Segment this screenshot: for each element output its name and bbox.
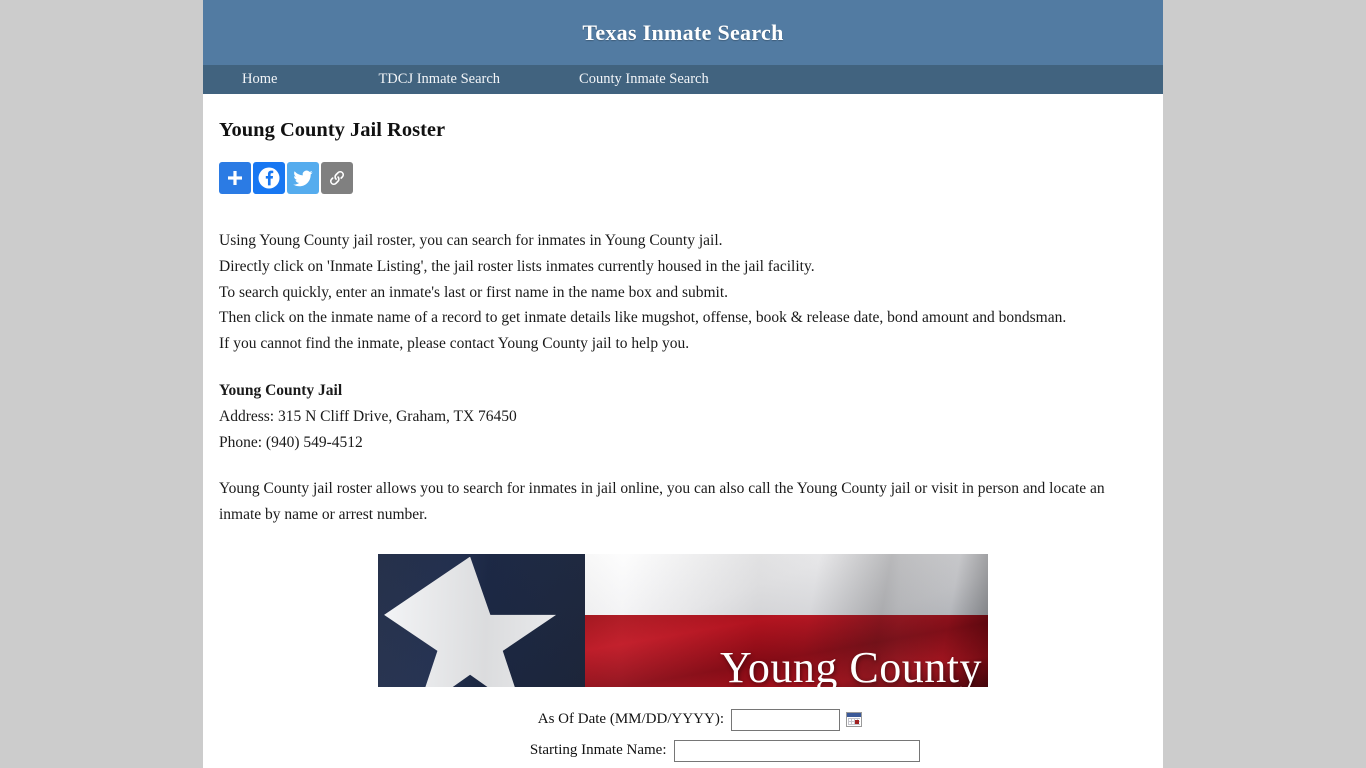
closing-paragraph: Young County jail roster allows you to s… [219, 480, 1105, 524]
share-facebook-button[interactable] [253, 162, 285, 194]
link-chain-icon [327, 168, 347, 188]
form-row-starting-inmate-name: Starting Inmate Name: [219, 739, 1147, 762]
intro-line-4: Then click on the inmate name of a recor… [219, 309, 1067, 327]
jail-phone: Phone: (940) 549-4512 [219, 433, 363, 451]
texas-flag-banner-image: Young County [378, 553, 988, 687]
intro-line-1: Using Young County jail roster, you can … [219, 232, 723, 249]
as-of-date-input[interactable] [731, 708, 840, 731]
plus-icon [225, 168, 245, 188]
intro-line-3: To search quickly, enter an inmate's las… [219, 283, 729, 301]
calendar-header-bar [847, 713, 861, 718]
share-bar [219, 162, 1147, 194]
intro-paragraph: Using Young County jail roster, you can … [219, 228, 1147, 357]
share-addthis-button[interactable] [219, 162, 251, 194]
form-row-as-of-date: As Of Date (MM/DD/YYYY): [219, 708, 1147, 731]
intro-line-5: If you cannot find the inmate, please co… [219, 335, 690, 353]
site-title: Texas Inmate Search [582, 19, 784, 45]
jail-address: Address: 315 N Cliff Drive, Graham, TX 7… [219, 407, 517, 425]
nav-item-county-inmate-search[interactable]: County Inmate Search [579, 71, 709, 88]
nav-item-tdcj-inmate-search[interactable]: TDCJ Inmate Search [378, 71, 500, 88]
twitter-bird-icon [292, 167, 314, 189]
calendar-picker-icon[interactable] [846, 712, 862, 728]
nav-item-home[interactable]: Home [242, 71, 277, 88]
main-content: Young County Jail Roster Using Young Cou… [203, 94, 1163, 762]
starting-inmate-name-input[interactable] [673, 739, 920, 762]
jail-info-block: Young County Jail Address: 315 N Cliff D… [219, 378, 1147, 455]
main-navigation: Home TDCJ Inmate Search County Inmate Se… [203, 65, 1163, 94]
roster-search-form: As Of Date (MM/DD/YYYY): Starting Inmate… [219, 708, 1147, 762]
site-header: Texas Inmate Search [203, 0, 1163, 65]
share-copy-link-button[interactable] [321, 162, 353, 194]
starting-inmate-name-label: Starting Inmate Name: [529, 742, 667, 759]
share-twitter-button[interactable] [287, 162, 319, 194]
banner-wrapper: Young County [219, 553, 1147, 687]
intro-line-2: Directly click on 'Inmate Listing', the … [219, 257, 815, 275]
as-of-date-label: As Of Date (MM/DD/YYYY): [537, 711, 724, 728]
calendar-selected-day [855, 720, 859, 725]
facebook-icon [257, 166, 281, 190]
jail-name: Young County Jail [219, 381, 343, 399]
page-container: Texas Inmate Search Home TDCJ Inmate Sea… [203, 0, 1163, 768]
banner-caption: Young County [720, 642, 982, 687]
page-title: Young County Jail Roster [219, 119, 446, 141]
